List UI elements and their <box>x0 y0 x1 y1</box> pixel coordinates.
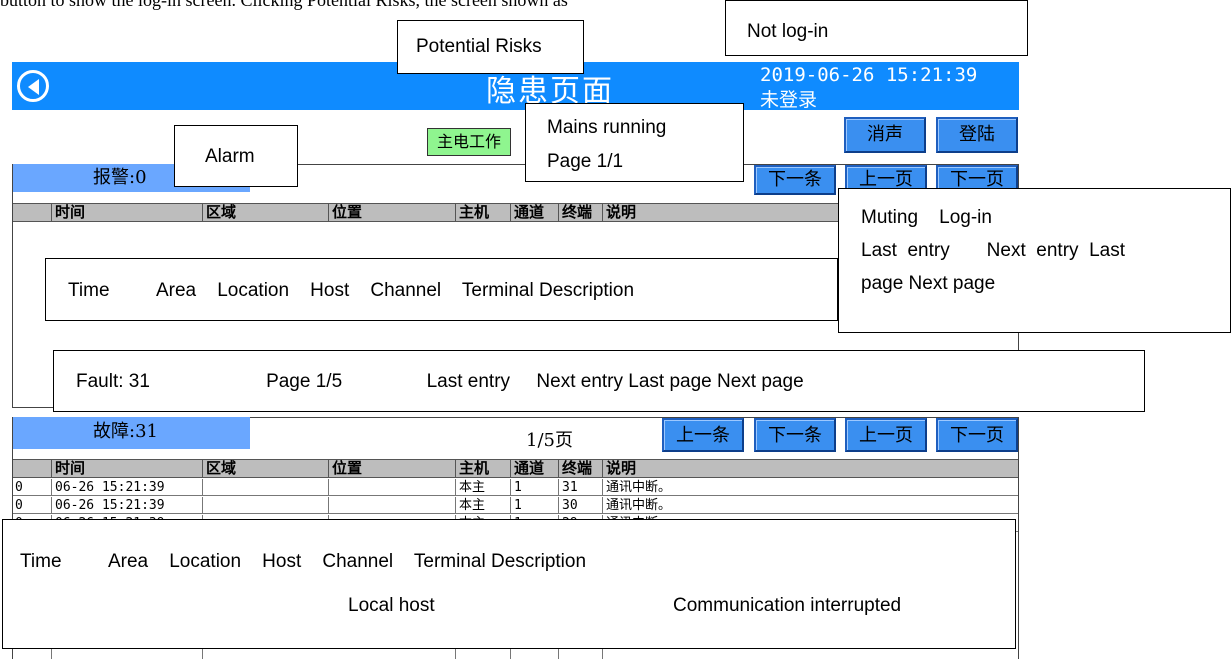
back-button[interactable] <box>17 70 49 102</box>
callout-alarm: Alarm <box>174 125 298 187</box>
callout-columns: Time Area Location Host Channel Terminal… <box>45 258 838 321</box>
col-time: 时间 <box>55 203 86 221</box>
callout-muting-login: Muting Log-in <box>861 207 992 228</box>
col-description: 说明 <box>606 459 637 477</box>
callout-potential-risks: Potential Risks <box>397 20 584 74</box>
power-status-badge: 主电工作 <box>427 128 511 156</box>
callout-fault-columns: Time Area Location Host Channel Terminal… <box>2 519 1016 649</box>
callout-comm-interrupted: Communication interrupted <box>673 595 902 616</box>
login-button[interactable]: 登陆 <box>936 117 1018 153</box>
fault-next-page-button[interactable]: 下一页 <box>936 418 1018 452</box>
callout-last-next-entry: Last entry Next entry Last <box>861 240 1125 261</box>
col-area: 区域 <box>206 203 237 221</box>
login-status: 未登录 <box>760 89 818 111</box>
callout-buttons: Muting Log-in Last entry Next entry Last… <box>838 188 1231 333</box>
top-cut-text: button to show the log-in screen. Clicki… <box>0 0 568 10</box>
col-terminal: 终端 <box>562 459 593 477</box>
callout-fault-line: Fault: 31 Page 1/5 Last entry Next entry… <box>53 350 1145 412</box>
col-channel: 通道 <box>514 459 545 477</box>
callout-page-1-1: Page 1/1 <box>547 151 624 172</box>
alarm-next-entry-button[interactable]: 下一条 <box>754 165 836 195</box>
col-description: 说明 <box>606 203 637 221</box>
col-area: 区域 <box>206 459 237 477</box>
mute-button[interactable]: 消声 <box>844 117 926 153</box>
table-row[interactable]: 0 06-26 15:21:39 本主 1 30 通讯中断。 <box>13 497 1018 514</box>
col-terminal: 终端 <box>562 203 593 221</box>
col-host: 主机 <box>459 459 490 477</box>
col-time: 时间 <box>55 459 86 477</box>
callout-mains-page: Mains running Page 1/1 <box>525 103 744 182</box>
fault-prev-page-button[interactable]: 上一页 <box>845 418 927 452</box>
fault-prev-entry-button[interactable]: 上一条 <box>662 418 744 452</box>
col-location: 位置 <box>332 459 363 477</box>
callout-page-next-page: page Next page <box>861 273 996 294</box>
col-host: 主机 <box>459 203 490 221</box>
callout-not-login: Not log-in <box>725 0 1028 56</box>
callout-mains-running: Mains running <box>547 117 667 138</box>
back-arrow-icon <box>28 79 39 95</box>
callout-local-host: Local host <box>348 595 435 616</box>
fault-column-header: 时间 区域 位置 主机 通道 终端 说明 <box>13 459 1018 478</box>
callout-columns-2: Time Area Location Host Channel Terminal… <box>20 551 587 572</box>
fault-next-entry-button[interactable]: 下一条 <box>754 418 836 452</box>
col-channel: 通道 <box>514 203 545 221</box>
table-row[interactable]: 0 06-26 15:21:39 本主 1 31 通讯中断。 <box>13 479 1018 496</box>
fault-page-indicator: 1/5页 <box>526 430 573 451</box>
datetime: 2019-06-26 15:21:39 <box>760 64 978 86</box>
col-location: 位置 <box>332 203 363 221</box>
fault-tab[interactable]: 故障:31 <box>13 417 250 449</box>
